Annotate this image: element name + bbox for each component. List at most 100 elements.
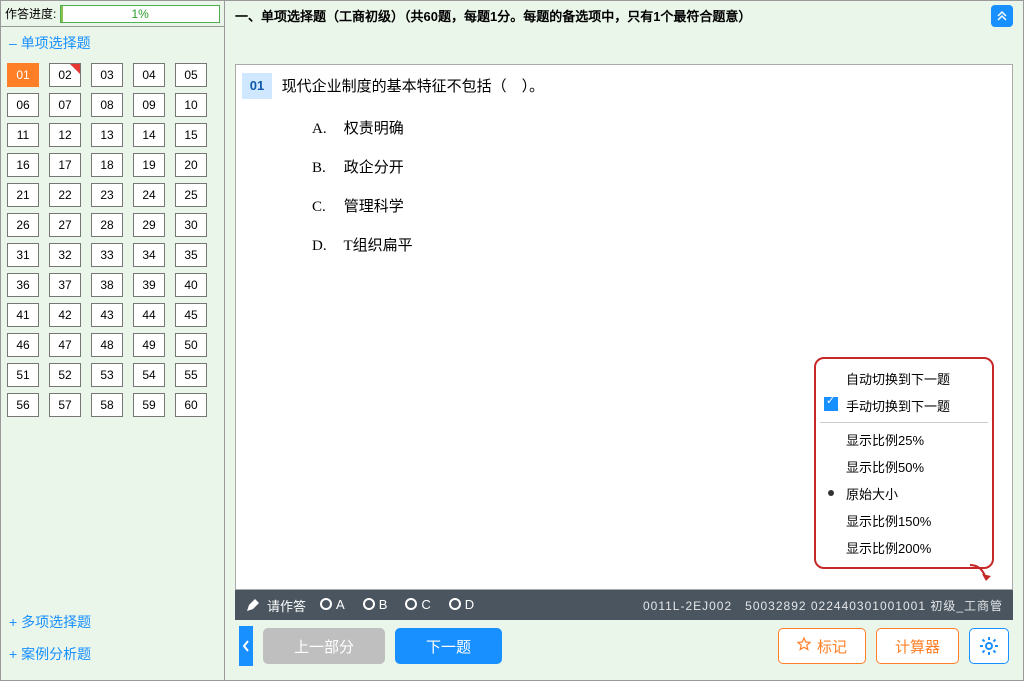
progress-track: 1% bbox=[60, 5, 220, 23]
progress-text: 1% bbox=[132, 7, 149, 21]
question-nav-59[interactable]: 59 bbox=[133, 393, 165, 417]
question-nav-51[interactable]: 51 bbox=[7, 363, 39, 387]
mark-button[interactable]: 标记 bbox=[778, 628, 866, 664]
question-nav-4[interactable]: 04 bbox=[133, 63, 165, 87]
question-nav-34[interactable]: 34 bbox=[133, 243, 165, 267]
question-nav-60[interactable]: 60 bbox=[175, 393, 207, 417]
question-nav-1[interactable]: 01 bbox=[7, 63, 39, 87]
question-nav-31[interactable]: 31 bbox=[7, 243, 39, 267]
question-nav-33[interactable]: 33 bbox=[91, 243, 123, 267]
option-C[interactable]: C. 管理科学 bbox=[312, 195, 1012, 216]
question-nav-5[interactable]: 05 bbox=[175, 63, 207, 87]
star-icon bbox=[797, 637, 811, 655]
question-nav-37[interactable]: 37 bbox=[49, 273, 81, 297]
question-nav-56[interactable]: 56 bbox=[7, 393, 39, 417]
question-nav-43[interactable]: 43 bbox=[91, 303, 123, 327]
pencil-icon bbox=[245, 597, 261, 613]
question-nav-47[interactable]: 47 bbox=[49, 333, 81, 357]
option-D[interactable]: D. T组织扁平 bbox=[312, 234, 1012, 255]
question-nav-15[interactable]: 15 bbox=[175, 123, 207, 147]
question-nav-32[interactable]: 32 bbox=[49, 243, 81, 267]
question-nav-22[interactable]: 22 bbox=[49, 183, 81, 207]
question-nav-48[interactable]: 48 bbox=[91, 333, 123, 357]
question-nav-7[interactable]: 07 bbox=[49, 93, 81, 117]
nav-handle-left[interactable] bbox=[239, 626, 253, 666]
popup-arrow bbox=[964, 563, 994, 587]
answer-choice-D[interactable]: D bbox=[449, 597, 474, 612]
question-nav-54[interactable]: 54 bbox=[133, 363, 165, 387]
question-nav-18[interactable]: 18 bbox=[91, 153, 123, 177]
question-nav-24[interactable]: 24 bbox=[133, 183, 165, 207]
answer-choice-A[interactable]: A bbox=[320, 597, 345, 612]
question-nav-30[interactable]: 30 bbox=[175, 213, 207, 237]
settings-zoom150[interactable]: 显示比例150% bbox=[820, 507, 988, 534]
question-nav-55[interactable]: 55 bbox=[175, 363, 207, 387]
progress-fill bbox=[61, 6, 63, 22]
question-nav-41[interactable]: 41 bbox=[7, 303, 39, 327]
status-text: 0011L-2EJ002 50032892 022440301001001 初级… bbox=[643, 597, 1003, 614]
answer-label: 请作答 bbox=[267, 596, 306, 615]
question-nav-50[interactable]: 50 bbox=[175, 333, 207, 357]
question-nav-58[interactable]: 58 bbox=[91, 393, 123, 417]
option-B[interactable]: B. 政企分开 bbox=[312, 156, 1012, 177]
prev-section-button[interactable]: 上一部分 bbox=[263, 628, 385, 664]
settings-zoom200[interactable]: 显示比例200% bbox=[820, 534, 988, 561]
question-number-chip: 01 bbox=[242, 73, 272, 99]
calculator-button[interactable]: 计算器 bbox=[876, 628, 959, 664]
progress-label: 作答进度: bbox=[5, 5, 56, 22]
question-nav-45[interactable]: 45 bbox=[175, 303, 207, 327]
settings-manual-next[interactable]: 手动切换到下一题 bbox=[820, 392, 988, 419]
answer-bar: 请作答 A B C D 0011L-2EJ002 50032892 022440301… bbox=[235, 590, 1013, 620]
option-A[interactable]: A. 权责明确 bbox=[312, 117, 1012, 138]
question-nav-11[interactable]: 11 bbox=[7, 123, 39, 147]
question-nav-46[interactable]: 46 bbox=[7, 333, 39, 357]
question-nav-27[interactable]: 27 bbox=[49, 213, 81, 237]
next-question-button[interactable]: 下一题 bbox=[395, 628, 502, 664]
question-nav-53[interactable]: 53 bbox=[91, 363, 123, 387]
settings-zoom25[interactable]: 显示比例25% bbox=[820, 426, 988, 453]
question-nav-52[interactable]: 52 bbox=[49, 363, 81, 387]
question-nav-25[interactable]: 25 bbox=[175, 183, 207, 207]
question-nav-26[interactable]: 26 bbox=[7, 213, 39, 237]
question-nav-28[interactable]: 28 bbox=[91, 213, 123, 237]
question-nav-36[interactable]: 36 bbox=[7, 273, 39, 297]
gear-icon bbox=[979, 636, 999, 656]
app-root: 作答进度: 1% 单项选择题 01 02 03 04 05 06 07 08 09 10 11 12 1… bbox=[0, 0, 1024, 681]
answer-choice-C[interactable]: C bbox=[405, 597, 430, 612]
question-nav-9[interactable]: 09 bbox=[133, 93, 165, 117]
section-single-choice[interactable]: 单项选择题 bbox=[1, 27, 224, 59]
question-nav-12[interactable]: 12 bbox=[49, 123, 81, 147]
question-nav-17[interactable]: 17 bbox=[49, 153, 81, 177]
question-nav-3[interactable]: 03 bbox=[91, 63, 123, 87]
question-nav-38[interactable]: 38 bbox=[91, 273, 123, 297]
question-nav-44[interactable]: 44 bbox=[133, 303, 165, 327]
question-nav-57[interactable]: 57 bbox=[49, 393, 81, 417]
question-nav-40[interactable]: 40 bbox=[175, 273, 207, 297]
section-case-analysis[interactable]: 案例分析题 bbox=[1, 638, 224, 670]
settings-button[interactable] bbox=[969, 628, 1009, 664]
question-nav-23[interactable]: 23 bbox=[91, 183, 123, 207]
settings-zoom-orig[interactable]: 原始大小 bbox=[820, 480, 988, 507]
question-nav-21[interactable]: 21 bbox=[7, 183, 39, 207]
question-nav-39[interactable]: 39 bbox=[133, 273, 165, 297]
question-nav-19[interactable]: 19 bbox=[133, 153, 165, 177]
question-nav-10[interactable]: 10 bbox=[175, 93, 207, 117]
collapse-button[interactable] bbox=[991, 5, 1013, 27]
answer-choice-B[interactable]: B bbox=[363, 597, 388, 612]
question-nav-14[interactable]: 14 bbox=[133, 123, 165, 147]
chevron-double-up-icon bbox=[996, 10, 1008, 22]
section-header: 一、单项选择题（工商初级）（共60题，每题1分。每题的备选项中，只有1个最符合题… bbox=[225, 1, 1023, 56]
settings-zoom50[interactable]: 显示比例50% bbox=[820, 453, 988, 480]
question-nav-8[interactable]: 08 bbox=[91, 93, 123, 117]
settings-auto-next[interactable]: 自动切换到下一题 bbox=[820, 365, 988, 392]
question-nav-16[interactable]: 16 bbox=[7, 153, 39, 177]
question-nav-6[interactable]: 06 bbox=[7, 93, 39, 117]
question-nav-2[interactable]: 02 bbox=[49, 63, 81, 87]
question-nav-35[interactable]: 35 bbox=[175, 243, 207, 267]
section-multi-choice[interactable]: 多项选择题 bbox=[1, 606, 224, 638]
question-nav-20[interactable]: 20 bbox=[175, 153, 207, 177]
question-nav-13[interactable]: 13 bbox=[91, 123, 123, 147]
question-nav-49[interactable]: 49 bbox=[133, 333, 165, 357]
question-nav-42[interactable]: 42 bbox=[49, 303, 81, 327]
question-nav-29[interactable]: 29 bbox=[133, 213, 165, 237]
